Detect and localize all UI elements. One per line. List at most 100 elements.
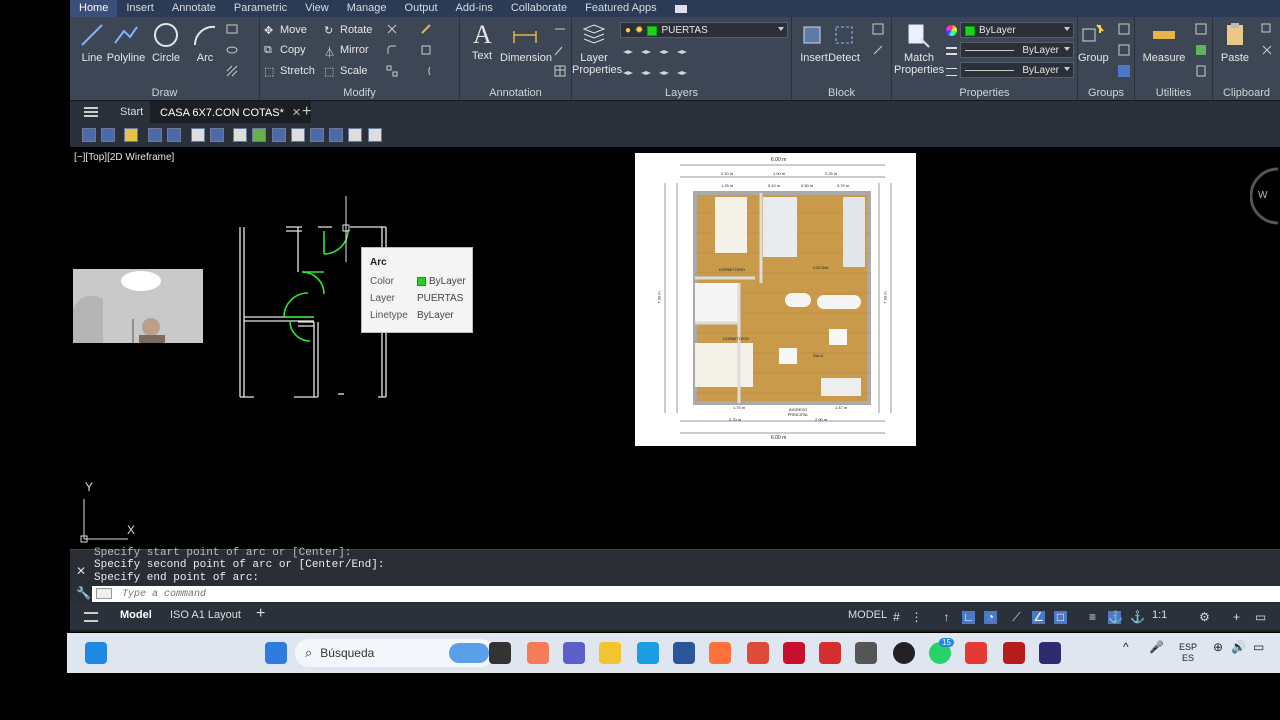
polar-icon[interactable]: ∟ [962,611,975,624]
offset-icon[interactable] [420,65,432,77]
color-wheel-icon[interactable] [946,25,957,36]
copy-button[interactable]: ⧉ Copy [264,41,306,59]
trim-icon[interactable] [386,23,398,35]
groups-panel-title[interactable]: Groups [1078,87,1134,99]
toolbar-icon[interactable] [167,128,181,142]
layer-tool-icon[interactable] [676,44,688,56]
layer-tool-icon[interactable] [640,44,652,56]
linetype-dropdown[interactable]: ByLayer [960,62,1074,78]
close-icon[interactable]: ✕ [292,107,301,119]
measure-button[interactable]: Measure [1139,21,1189,64]
match-properties-button[interactable]: Match Properties [894,21,944,76]
block-panel-title[interactable]: Block [792,87,891,99]
battery-icon[interactable]: ▭ [1253,641,1264,653]
layers-panel-title[interactable]: Layers [572,87,791,99]
select-all-icon[interactable] [1195,44,1207,56]
toolbar-icon[interactable] [348,128,362,142]
table-icon[interactable] [554,65,566,77]
layer-tool-icon[interactable] [640,65,652,77]
clipboard-panel-title[interactable]: Clipboard [1213,87,1280,99]
anydesk-icon[interactable] [819,642,841,664]
tab-annotate[interactable]: Annotate [163,0,225,17]
utilities-panel-title[interactable]: Utilities [1135,87,1212,99]
leader-icon[interactable] [554,44,566,56]
autocad-taskbar-icon[interactable] [783,642,805,664]
network-icon[interactable]: ⊕ [1213,641,1223,653]
model-space-button[interactable]: MODEL [844,609,891,621]
copilot-icon[interactable] [527,642,549,664]
tab-file[interactable]: CASA 6X7.CON COTAS* ✕ [150,101,312,124]
copy-clip-icon[interactable] [1261,23,1273,35]
plus-icon[interactable]: + [1230,611,1243,624]
firefox-icon[interactable] [709,642,731,664]
toolbar-icon[interactable] [329,128,343,142]
toolbar-icon[interactable] [191,128,205,142]
toolbar-icon[interactable] [233,128,247,142]
ellipse-icon[interactable] [226,44,238,56]
toolbar-icon[interactable] [101,128,115,142]
edit-block-icon[interactable] [872,44,884,56]
viewcube-icon[interactable]: W [1250,167,1280,227]
toolbar-icon[interactable] [272,128,286,142]
polyline-button[interactable]: Polyline [104,21,148,64]
gear-icon[interactable]: ⚙ [1198,611,1211,624]
language-indicator[interactable]: ESP ES [1179,642,1197,664]
chrome-icon[interactable] [747,642,769,664]
toolbar-icon[interactable] [291,128,305,142]
stretch-button[interactable]: ⬚ Stretch [264,62,315,80]
office-icon[interactable] [965,642,987,664]
ribbon-toggle-icon[interactable] [666,0,696,17]
toolbar-icon[interactable] [210,128,224,142]
tab-collaborate[interactable]: Collaborate [502,0,576,17]
layer-tool-icon[interactable] [622,44,634,56]
toolbar-icon[interactable] [252,128,266,142]
wrench-icon[interactable]: 🔧 [76,586,91,600]
explode-icon[interactable] [420,44,432,56]
modify-panel-title[interactable]: Modify [260,87,459,99]
detect-button[interactable]: Detect [822,21,866,64]
lineweight-toggle-icon[interactable]: ≡ [1086,611,1099,624]
tab-model[interactable]: Model [116,609,156,621]
properties-panel-title[interactable]: Properties [892,87,1077,99]
toolbar-icon[interactable] [124,128,138,142]
layer-tool-icon[interactable] [658,65,670,77]
layer-tool-icon[interactable] [658,44,670,56]
move-button[interactable]: ✥ Move [264,21,307,39]
polar-tracking-icon[interactable]: ◔ [984,611,997,624]
hatch-icon[interactable] [226,65,238,77]
viewport-label[interactable]: [−][Top][2D Wireframe] [74,152,174,163]
rotate-button[interactable]: ↻ Rotate [324,21,372,39]
toolbar-icon[interactable] [368,128,382,142]
close-icon[interactable]: ✕ [76,564,86,578]
grid-icon[interactable]: # [890,611,903,624]
volume-icon[interactable]: 🔊 [1231,641,1246,653]
menu-icon[interactable] [84,107,98,117]
draw-panel-title[interactable]: Draw [70,87,259,99]
annotation-panel-title[interactable]: Annotation [460,87,571,99]
tab-start[interactable]: Start [110,101,153,124]
drawing-canvas[interactable]: [−][Top][2D Wireframe] Arc Color ByLayer… [70,147,1280,549]
arc-button[interactable]: Arc [183,21,227,64]
word-icon[interactable] [673,642,695,664]
teams-icon[interactable] [563,642,585,664]
rectangle-icon[interactable] [226,23,238,35]
layer-tool-icon[interactable] [676,65,688,77]
circle-button[interactable]: Circle [144,21,188,64]
snap-icon[interactable]: ⋮ [910,611,923,624]
cut-icon[interactable] [1261,44,1273,56]
layer-properties-button[interactable]: Layer Properties [572,21,622,76]
calculator-icon[interactable] [1195,65,1207,77]
widgets-icon[interactable] [85,642,107,664]
group-edit-icon[interactable] [1118,44,1130,56]
search-box[interactable]: ⌕ Búsqueda [295,639,495,667]
tab-layout[interactable]: ISO A1 Layout [166,609,245,621]
file-explorer-icon[interactable] [599,642,621,664]
object-snap-icon[interactable]: □ [1054,611,1067,624]
ortho-icon[interactable]: ↑ [940,611,953,624]
tab-addins[interactable]: Add-ins [447,0,502,17]
layer-tool-icon[interactable] [622,65,634,77]
tab-output[interactable]: Output [396,0,447,17]
start-icon[interactable] [265,642,287,664]
tab-view[interactable]: View [296,0,338,17]
group-button[interactable]: Group [1078,21,1109,64]
